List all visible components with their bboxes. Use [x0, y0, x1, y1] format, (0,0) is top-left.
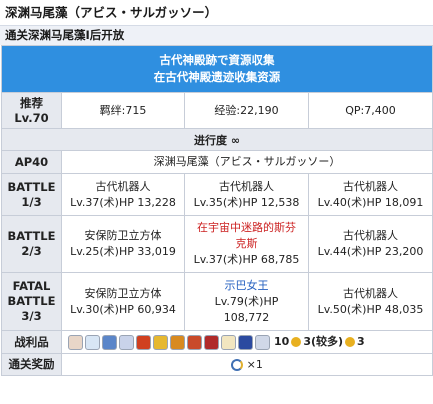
enemy-cell: 古代机器人 Lv.50(术)HP 48,035: [308, 272, 433, 331]
reward-count: ×1: [246, 357, 263, 371]
saint-quartz-icon[interactable]: [231, 358, 244, 371]
drop-item-icon[interactable]: [119, 334, 134, 350]
enemy-stats: Lv.25(术)HP 33,019: [70, 245, 176, 258]
drop-count: 3(较多): [303, 335, 344, 348]
enemy-cell: 古代机器人 Lv.40(术)HP 18,091: [308, 173, 433, 216]
banner-chinese: 在古代神殿遗迹收集资源: [153, 70, 281, 84]
enemy-cell: 古代机器人 Lv.44(术)HP 23,200: [308, 215, 433, 273]
drop-item-icon[interactable]: [170, 334, 185, 350]
battle-wave: 2/3: [21, 244, 42, 258]
enemy-name: 古代机器人: [343, 179, 398, 193]
quest-banner: 古代神殿跡で資源収集 在古代神殿遗迹收集资源: [1, 45, 433, 93]
enemy-name: 古代机器人: [343, 286, 398, 300]
drop-item-icon[interactable]: [187, 334, 202, 350]
drop-count: 10: [274, 335, 290, 348]
enemy-stats: 108,772: [223, 310, 270, 324]
battle-wave: 3/3: [21, 309, 42, 323]
battle-label-text: BATTLE: [7, 179, 56, 194]
recommend-label: 推荐 Lv.70: [1, 92, 62, 129]
drop-icons: [68, 334, 272, 350]
enemy-stats: Lv.37(术)HP 13,228: [70, 195, 176, 209]
enemy-stats: Lv.30(术)HP 60,934: [70, 302, 176, 316]
drops-list: 10 3(较多) 3: [61, 330, 433, 354]
battle-2-label: BATTLE 2/3: [1, 215, 62, 273]
enemy-cell: 在宇宙中迷路的斯芬 克斯 Lv.37(术)HP 68,785: [184, 215, 309, 273]
enemy-stats: Lv.79(术)HP: [214, 294, 279, 308]
battle-1-label: BATTLE 1/3: [1, 173, 62, 216]
quest-table: 古代神殿跡で資源収集 在古代神殿遗迹收集资源 推荐 Lv.70 羁绊:715 经…: [1, 45, 433, 376]
enemy-name-line: 在宇宙中迷路的斯芬: [197, 221, 296, 234]
enemy-name: 古代机器人: [95, 179, 151, 193]
battle-label-text: BATTLE: [7, 229, 56, 243]
drops-label: 战利品: [1, 330, 62, 354]
drop-item-icon[interactable]: [136, 334, 151, 350]
enemy-cell: 安保防卫立方体 Lv.30(术)HP 60,934: [61, 272, 185, 331]
enemy-name-line: 克斯: [235, 237, 258, 250]
enemy-name: 古代机器人: [219, 179, 274, 193]
quest-name: 深渊马尾藻（アビス・サルガッソー）: [61, 150, 433, 174]
recommend-label-text: 推荐: [20, 95, 43, 110]
enemy-stats: Lv.37(术)HP 68,785: [193, 253, 300, 266]
drop-item-icon[interactable]: [85, 334, 100, 350]
exp-value: 经验:22,190: [184, 92, 309, 129]
enemy-cell: 古代机器人 Lv.37(术)HP 13,228: [61, 173, 185, 216]
enemy-name: 安保防卫立方体: [84, 229, 162, 242]
enemy-cell: 古代机器人 Lv.35(术)HP 12,538: [184, 173, 309, 216]
drop-item-icon[interactable]: [102, 334, 117, 350]
recommend-level: Lv.70: [14, 110, 49, 125]
reward-cell: ×1: [61, 353, 433, 376]
qp-value: QP:7,400: [308, 92, 433, 129]
battle-3-label: FATAL BATTLE 3/3: [1, 272, 62, 331]
unlock-condition: 通关深渊马尾藻Ⅰ后开放: [0, 25, 433, 45]
ap-label: AP40: [1, 150, 62, 174]
drop-item-icon[interactable]: [255, 334, 270, 350]
enemy-cell: 安保防卫立方体 Lv.25(术)HP 33,019: [61, 215, 185, 273]
enemy-stats: Lv.40(术)HP 18,091: [317, 195, 424, 209]
enemy-cell: 示巴女王 Lv.79(术)HP 108,772: [184, 272, 309, 331]
enemy-name: 古代机器人: [343, 229, 398, 242]
bond-value: 羁绊:715: [61, 92, 185, 129]
drop-item-icon[interactable]: [204, 334, 219, 350]
quest-title: 深渊马尾藻（アビス・サルガッソー）: [5, 5, 218, 20]
coin-icon: [345, 337, 356, 347]
coin-icon: [291, 337, 302, 347]
battle-wave: 1/3: [21, 194, 42, 209]
battle-label-text: FATAL: [12, 279, 51, 293]
enemy-stats: Lv.35(术)HP 12,538: [193, 195, 300, 209]
enemy-name-link[interactable]: 示巴女王: [187, 278, 306, 294]
enemy-stats: Lv.50(术)HP 48,035: [317, 302, 424, 316]
drop-item-icon[interactable]: [153, 334, 168, 350]
enemy-stats: Lv.44(术)HP 23,200: [317, 245, 424, 258]
drop-item-icon[interactable]: [68, 334, 83, 350]
banner-japanese: 古代神殿跡で資源収集: [159, 53, 275, 67]
drop-item-icon[interactable]: [221, 334, 236, 350]
progress-label: 进行度 ∞: [1, 128, 433, 151]
enemy-name-link[interactable]: 在宇宙中迷路的斯芬 克斯: [187, 220, 306, 252]
enemy-name: 安保防卫立方体: [84, 286, 162, 300]
drop-item-icon[interactable]: [238, 334, 253, 350]
battle-label-text: BATTLE: [7, 294, 56, 308]
reward-label: 通关奖励: [1, 353, 62, 376]
drop-count: 3: [357, 335, 365, 348]
